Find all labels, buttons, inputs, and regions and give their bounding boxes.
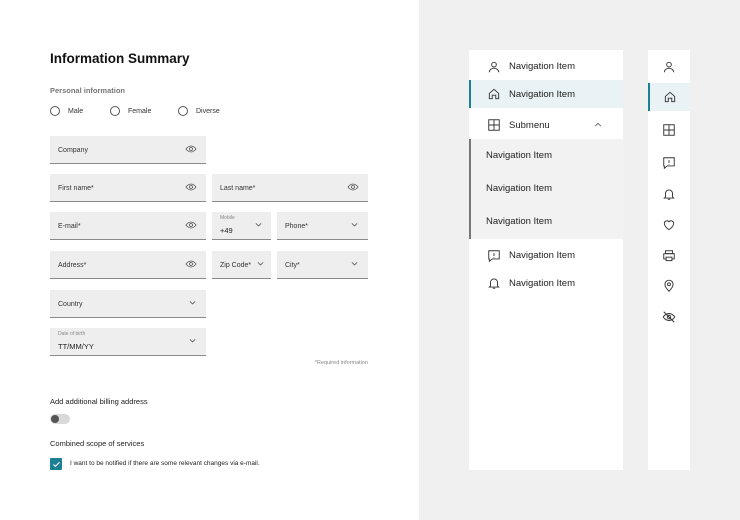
- submenu-item[interactable]: Navigation Item: [486, 183, 552, 194]
- toggle-knob: [51, 415, 59, 423]
- section-label-personal: Personal information: [50, 86, 126, 95]
- mobile-value: +49: [220, 226, 233, 235]
- date-of-birth-field[interactable]: Date of birth TT/MM/YY: [50, 328, 206, 356]
- city-field[interactable]: City*: [277, 251, 368, 279]
- radio-circle[interactable]: [178, 106, 188, 116]
- user-icon: [488, 61, 500, 72]
- scope-of-services-label: Combined scope of services: [50, 439, 145, 448]
- printer-icon: [663, 250, 675, 262]
- chevron-down-icon: [351, 262, 358, 266]
- radio-circle[interactable]: [110, 106, 120, 116]
- radio-label-diverse: Diverse: [196, 107, 220, 115]
- heart-icon: [663, 220, 675, 231]
- phone-label: Phone*: [285, 223, 308, 230]
- radio-circle[interactable]: [50, 106, 60, 116]
- mobile-prefix-select[interactable]: Mobile +49: [212, 212, 271, 240]
- rail-item-feedback[interactable]: [648, 149, 690, 177]
- rail-item-heart[interactable]: [648, 211, 690, 239]
- nav-item-user[interactable]: Navigation Item: [469, 53, 623, 80]
- nav-item-label: Navigation Item: [509, 61, 576, 72]
- nav-item-label: Navigation Item: [509, 250, 576, 261]
- rail-item-printer[interactable]: [648, 242, 690, 270]
- zip-code-label: Zip Code*: [220, 262, 252, 269]
- required-note: *Required information: [314, 360, 368, 366]
- user-icon: [663, 61, 675, 73]
- radio-diverse[interactable]: Diverse: [178, 106, 220, 116]
- chevron-up-icon[interactable]: [593, 120, 603, 130]
- chevron-down-icon: [255, 223, 262, 227]
- nav-item-label: Navigation Item: [509, 88, 576, 100]
- grid-icon: [663, 124, 675, 136]
- rail-item-location[interactable]: [648, 272, 690, 300]
- address-label: Address*: [58, 262, 87, 269]
- nav-item-label: Navigation Item: [509, 277, 576, 289]
- address-field[interactable]: Address*: [50, 251, 206, 279]
- location-pin-icon: [664, 279, 674, 292]
- email-field[interactable]: E-mail*: [50, 212, 206, 240]
- feedback-icon: [663, 157, 675, 170]
- submenu-item[interactable]: Navigation Item: [486, 150, 552, 161]
- bell-icon: [663, 189, 675, 200]
- chevron-down-icon: [189, 339, 196, 343]
- grid-icon: [488, 119, 500, 131]
- eye-icon[interactable]: [185, 258, 197, 270]
- nav-item-submenu[interactable]: Submenu: [469, 111, 623, 139]
- eye-icon[interactable]: [347, 181, 359, 193]
- country-select[interactable]: Country: [50, 290, 206, 318]
- submenu-items: Navigation Item Navigation Item Navigati…: [469, 139, 623, 239]
- nav-item-label: Submenu: [509, 119, 550, 131]
- last-name-label: Last name*: [220, 185, 256, 192]
- chevron-down-icon: [257, 262, 264, 266]
- navigation-panel: Navigation Item Navigation Item Submenu …: [469, 50, 623, 470]
- submenu-item[interactable]: Navigation Item: [486, 216, 552, 227]
- radio-male[interactable]: Male: [50, 106, 83, 116]
- chevron-down-icon: [189, 301, 196, 305]
- radio-female[interactable]: Female: [110, 106, 151, 116]
- billing-address-label: Add additional billing address: [50, 397, 148, 406]
- company-field[interactable]: Company: [50, 136, 206, 164]
- eye-icon[interactable]: [185, 143, 197, 155]
- chevron-down-icon: [351, 223, 358, 227]
- city-label: City*: [285, 262, 300, 269]
- notify-checkbox-label: I want to be notified if there are some …: [70, 460, 260, 467]
- eye-off-icon: [662, 311, 676, 323]
- first-name-label: First name*: [58, 185, 94, 192]
- nav-item-bell[interactable]: Navigation Item: [469, 269, 623, 297]
- company-label: Company: [58, 147, 88, 154]
- last-name-field[interactable]: Last name*: [212, 174, 368, 202]
- zip-code-field[interactable]: Zip Code*: [212, 251, 271, 279]
- icon-rail: [648, 50, 690, 470]
- billing-address-toggle[interactable]: [50, 414, 70, 424]
- eye-icon[interactable]: [185, 219, 197, 231]
- nav-item-feedback[interactable]: Navigation Item: [469, 242, 623, 269]
- rail-item-user[interactable]: [648, 53, 690, 81]
- rail-item-eye-off[interactable]: [648, 303, 690, 331]
- dob-value: TT/MM/YY: [58, 342, 94, 351]
- rail-item-bell[interactable]: [648, 180, 690, 208]
- first-name-field[interactable]: First name*: [50, 174, 206, 202]
- bell-icon: [488, 278, 500, 289]
- radio-label-male: Male: [68, 107, 84, 115]
- nav-item-home[interactable]: Navigation Item: [469, 80, 623, 108]
- rail-item-grid[interactable]: [648, 116, 690, 144]
- home-icon: [488, 88, 500, 100]
- rail-item-home[interactable]: [648, 83, 690, 111]
- home-icon: [664, 91, 676, 103]
- email-label: E-mail*: [58, 223, 81, 230]
- eye-icon[interactable]: [185, 181, 197, 193]
- checkmark-icon: [52, 461, 60, 467]
- mobile-small-label: Mobile: [220, 215, 235, 221]
- phone-field[interactable]: Phone*: [277, 212, 368, 240]
- feedback-icon: [488, 249, 500, 262]
- dob-small-label: Date of birth: [58, 331, 86, 337]
- page-title: Information Summary: [50, 51, 190, 66]
- country-label: Country: [58, 301, 83, 308]
- notify-checkbox[interactable]: [50, 458, 62, 470]
- radio-label-female: Female: [128, 107, 152, 115]
